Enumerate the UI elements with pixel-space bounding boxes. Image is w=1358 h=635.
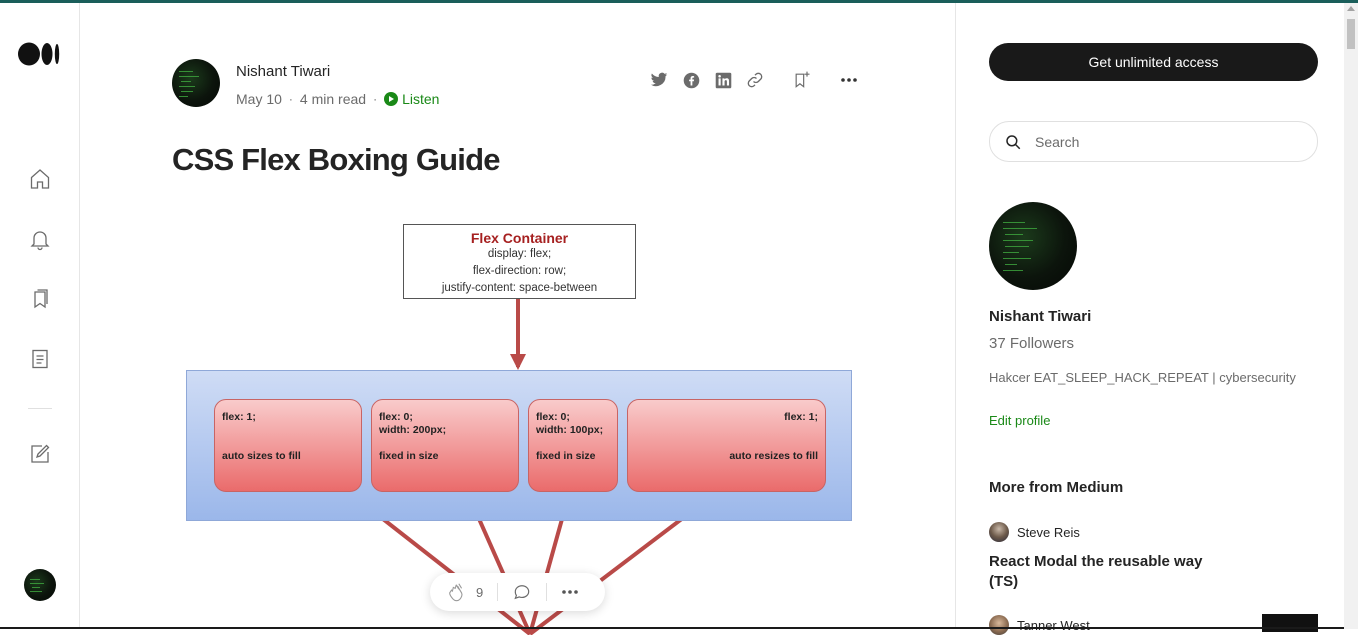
- rec-author-name: Tanner West: [1017, 617, 1090, 633]
- item-line: flex: 1;: [784, 411, 818, 423]
- search-box: [989, 121, 1318, 162]
- rec-author-name: Steve Reis: [1017, 524, 1080, 540]
- profile-name[interactable]: Nishant Tiwari: [989, 308, 1091, 325]
- rec-author[interactable]: Tanner West: [989, 615, 1090, 635]
- search-icon: [1004, 133, 1022, 151]
- stories-icon[interactable]: [26, 345, 54, 373]
- flex-container-title: Flex Container: [470, 230, 569, 246]
- more-from-medium-heading: More from Medium: [989, 479, 1124, 496]
- read-time: 4 min read: [299, 91, 367, 107]
- container-prop-line: display: flex;: [487, 248, 552, 260]
- comment-icon: [514, 585, 530, 600]
- facebook-icon[interactable]: [675, 69, 707, 91]
- edit-profile-link[interactable]: Edit profile: [989, 413, 1050, 428]
- article-meta: May 10 · 4 min read · Listen: [236, 91, 439, 107]
- profile-bio: Hakcer EAT_SLEEP_HACK_REPEAT | cybersecu…: [989, 370, 1296, 385]
- article-title: CSS Flex Boxing Guide: [172, 142, 501, 177]
- play-icon: [384, 92, 399, 106]
- floating-action-bar: 9: [430, 573, 605, 611]
- flex-item-1: flex: 1; auto sizes to fill: [214, 399, 362, 492]
- item-caption: auto resizes to fill: [729, 450, 818, 462]
- page-scrollbar[interactable]: [1344, 3, 1358, 629]
- item-caption: auto sizes to fill: [222, 450, 301, 462]
- home-icon[interactable]: [26, 165, 54, 193]
- publish-date: May 10: [236, 91, 282, 107]
- flex-item-2: flex: 0; width: 200px; fixed in size: [371, 399, 519, 492]
- bookmarks-icon[interactable]: [26, 285, 54, 313]
- author-name[interactable]: Nishant Tiwari: [236, 63, 330, 80]
- item-line: flex: 0; width: 100px;: [536, 411, 604, 436]
- more-options-icon: [562, 590, 579, 594]
- left-nav-rail: [0, 3, 80, 629]
- twitter-icon[interactable]: [643, 69, 675, 91]
- flex-container-box: flex: 1; auto sizes to fill flex: 0; widt…: [186, 370, 852, 521]
- author-avatar[interactable]: [172, 59, 220, 107]
- nav-divider: [28, 408, 52, 409]
- profile-avatar[interactable]: [989, 202, 1077, 290]
- linkedin-icon[interactable]: [707, 69, 739, 91]
- user-avatar[interactable]: [24, 569, 56, 601]
- meta-separator: ·: [373, 92, 378, 106]
- item-caption: fixed in size: [379, 450, 439, 462]
- article-actions: [643, 69, 865, 91]
- avatar: [989, 615, 1009, 635]
- listen-label: Listen: [402, 91, 440, 107]
- more-options-icon[interactable]: [833, 69, 865, 91]
- avatar: [989, 522, 1009, 542]
- get-unlimited-access-button[interactable]: Get unlimited access: [989, 43, 1318, 81]
- clap-count: 9: [476, 584, 484, 600]
- bookmark-add-icon[interactable]: [786, 69, 818, 91]
- container-prop-line: flex-direction: row;: [472, 265, 567, 277]
- bell-icon[interactable]: [26, 225, 54, 253]
- medium-logo-icon[interactable]: [18, 40, 62, 68]
- listen-button[interactable]: Listen: [384, 91, 439, 107]
- link-icon[interactable]: [739, 69, 771, 91]
- rec-title[interactable]: React Modal the reusable way (TS): [989, 552, 1229, 592]
- flex-item-3: flex: 0; width: 100px; fixed in size: [528, 399, 618, 492]
- flex-container-label: Flex Container display: flex; flex-direc…: [403, 224, 636, 299]
- meta-separator: ·: [288, 92, 293, 106]
- container-prop-line: justify-content: space-between: [441, 282, 598, 294]
- flex-item-4: flex: 1; auto resizes to fill: [627, 399, 826, 492]
- article: Nishant Tiwari May 10 · 4 min read · Lis…: [80, 3, 955, 635]
- scrollbar-thumb[interactable]: [1347, 19, 1355, 49]
- write-icon[interactable]: [26, 440, 54, 468]
- clap-icon: [449, 583, 463, 602]
- followers-count[interactable]: 37 Followers: [989, 335, 1074, 352]
- scroll-up-icon[interactable]: [1347, 6, 1355, 11]
- clap-button[interactable]: 9: [430, 581, 497, 603]
- more-actions-button[interactable]: [547, 581, 593, 603]
- item-caption: fixed in size: [536, 450, 596, 462]
- item-line: flex: 1;: [222, 411, 256, 423]
- right-sidebar: Get unlimited access Nishant Tiwari 37 F…: [955, 3, 1345, 635]
- search-input[interactable]: [1033, 132, 1297, 151]
- rec-author[interactable]: Steve Reis: [989, 522, 1080, 542]
- comment-button[interactable]: [498, 581, 546, 603]
- rec-thumbnail[interactable]: [1262, 614, 1318, 632]
- item-line: flex: 0; width: 200px;: [379, 411, 447, 436]
